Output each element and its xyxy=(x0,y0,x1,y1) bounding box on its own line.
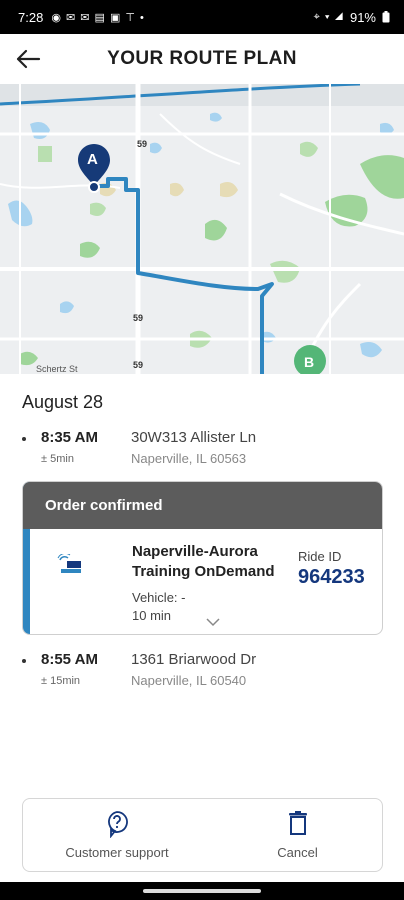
ride-duration: 10 min xyxy=(132,608,172,623)
notification-icons: ◉ ✉ ✉ ▤ ▣ ⊤ • xyxy=(51,11,145,24)
system-nav-bar xyxy=(0,882,404,900)
destination-city: Naperville, IL 60540 xyxy=(131,673,247,688)
status-left: 7:28 ◉ ✉ ✉ ▤ ▣ ⊤ • xyxy=(18,10,145,25)
bottom-actions: Customer support Cancel xyxy=(22,798,383,872)
road-label-59-top: 59 xyxy=(137,139,148,149)
street-label: Schertz St xyxy=(36,364,78,374)
vehicle-label: Vehicle: - xyxy=(132,590,186,605)
status-right: ⌖ ▾ ◢ 91% xyxy=(314,10,390,25)
origin-city: Naperville, IL 60563 xyxy=(131,451,247,466)
order-status-header: Order confirmed xyxy=(23,482,382,529)
origin-time: 8:35 AM xyxy=(41,429,98,446)
status-time: 7:28 xyxy=(18,9,44,25)
signal-icons: ⌖ ▾ ◢ xyxy=(313,10,344,23)
destination-time: 8:55 AM xyxy=(41,651,98,668)
support-question-icon xyxy=(108,811,128,838)
back-arrow-icon xyxy=(16,49,41,69)
home-indicator[interactable] xyxy=(143,889,261,893)
origin-stop: 8:35 AM ± 5min 30W313 Allister Ln Naperv… xyxy=(22,429,382,469)
ondemand-logo-icon xyxy=(57,554,81,573)
page-title: YOUR ROUTE PLAN xyxy=(107,48,297,69)
destination-bullet xyxy=(22,659,26,663)
customer-support-button[interactable]: Customer support xyxy=(23,799,211,873)
origin-address: 30W313 Allister Ln xyxy=(131,429,257,446)
battery-icon xyxy=(382,11,390,23)
marker-a-label: A xyxy=(87,151,98,168)
origin-bullet xyxy=(22,437,26,441)
battery-percent: 91% xyxy=(349,9,376,25)
ride-id-value: 964233 xyxy=(298,566,365,588)
route-map[interactable]: A B 59 59 59 Schertz St xyxy=(0,84,404,374)
service-name: Naperville-Aurora Training OnDemand xyxy=(132,543,275,580)
status-bar: 7:28 ◉ ✉ ✉ ▤ ▣ ⊤ • ⌖ ▾ ◢ 91% xyxy=(0,0,404,34)
cancel-button[interactable]: Cancel xyxy=(211,799,384,873)
marker-b-label: B xyxy=(304,354,315,370)
origin-tolerance: ± 5min xyxy=(41,453,74,465)
order-card[interactable]: Order confirmed Naperville-Aurora Traini… xyxy=(22,481,383,635)
road-label-59-bottom: 59 xyxy=(133,360,144,370)
customer-support-label: Customer support xyxy=(65,845,169,860)
app-header: YOUR ROUTE PLAN xyxy=(0,34,404,84)
cancel-label: Cancel xyxy=(277,845,318,860)
vehicle-info: Vehicle: - 10 min xyxy=(132,589,185,625)
road-label-59-mid: 59 xyxy=(133,313,144,323)
map-canvas xyxy=(0,84,404,374)
destination-address: 1361 Briarwood Dr xyxy=(131,651,257,668)
trash-icon xyxy=(288,811,307,835)
chevron-down-icon[interactable] xyxy=(206,617,220,627)
ride-id-label: Ride ID xyxy=(298,549,342,564)
destination-stop: 8:55 AM ± 15min 1361 Briarwood Dr Naperv… xyxy=(22,651,382,691)
trip-date: August 28 xyxy=(22,392,104,412)
destination-tolerance: ± 15min xyxy=(41,675,81,687)
back-button[interactable] xyxy=(12,44,44,74)
